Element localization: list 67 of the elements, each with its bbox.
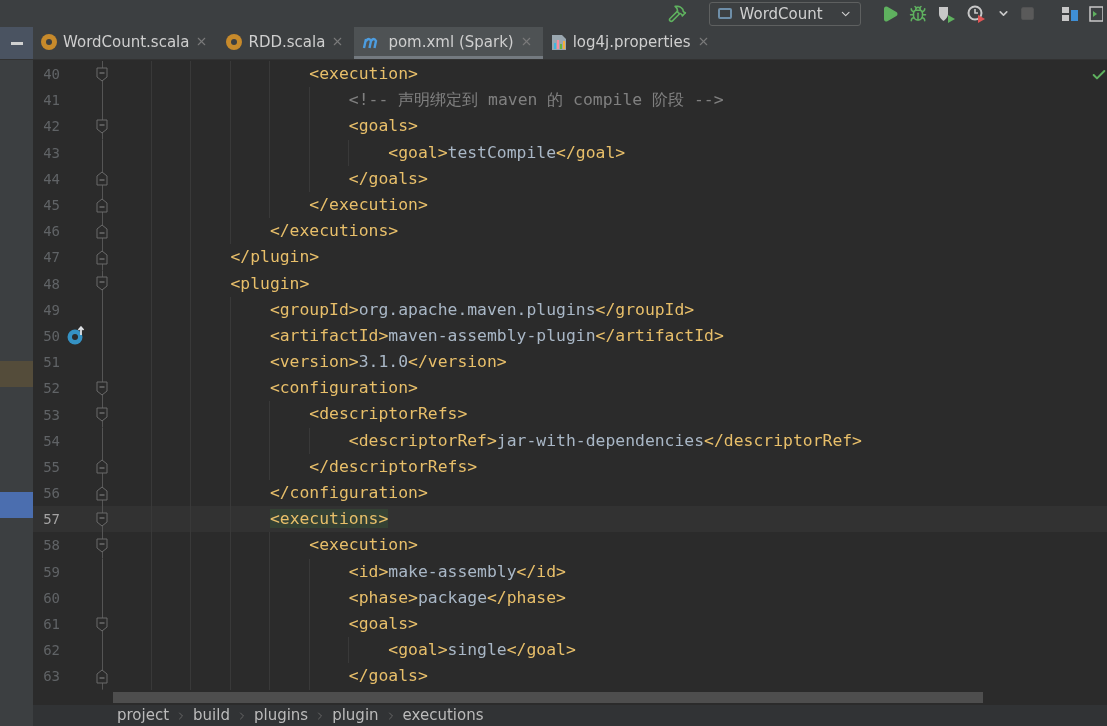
line-number: 46 bbox=[42, 223, 60, 240]
line-number: 54 bbox=[42, 432, 60, 449]
line-number: 45 bbox=[42, 197, 60, 214]
fold-end-marker-icon[interactable] bbox=[96, 223, 108, 239]
line-number: 51 bbox=[42, 354, 60, 371]
tab-label: RDD.scala bbox=[248, 32, 326, 51]
fold-marker-icon[interactable] bbox=[96, 407, 108, 423]
fold-marker-icon[interactable] bbox=[96, 380, 108, 396]
properties-file-icon bbox=[550, 32, 567, 51]
line-number: 42 bbox=[42, 118, 60, 135]
line-number: 52 bbox=[42, 380, 60, 397]
line-number: 59 bbox=[42, 563, 60, 580]
run-configuration-dropdown[interactable]: WordCount bbox=[709, 1, 861, 26]
line-number: 61 bbox=[42, 616, 60, 633]
project-structure-icon[interactable] bbox=[1061, 5, 1079, 22]
minus-icon bbox=[10, 41, 23, 45]
fold-end-marker-icon[interactable] bbox=[96, 249, 108, 265]
breadcrumb-item[interactable]: plugin bbox=[332, 705, 379, 726]
editor-tab[interactable]: log4j.properties bbox=[542, 27, 720, 59]
line-number: 40 bbox=[42, 66, 60, 83]
debug-bug-icon[interactable] bbox=[909, 4, 927, 23]
line-number: 49 bbox=[42, 301, 60, 318]
line-number: 53 bbox=[42, 406, 60, 423]
fold-end-marker-icon[interactable] bbox=[96, 171, 108, 187]
line-number: 41 bbox=[42, 92, 60, 109]
fold-marker-icon[interactable] bbox=[96, 118, 108, 134]
build-hammer-icon[interactable] bbox=[668, 4, 687, 23]
stop-icon[interactable] bbox=[1020, 6, 1035, 21]
fold-marker-icon[interactable] bbox=[96, 511, 108, 527]
coverage-shield-icon[interactable] bbox=[937, 4, 957, 23]
fold-end-marker-icon[interactable] bbox=[96, 668, 108, 684]
line-number: 55 bbox=[42, 458, 60, 475]
fold-end-marker-icon[interactable] bbox=[96, 197, 108, 213]
fold-marker-icon[interactable] bbox=[96, 616, 108, 632]
breadcrumb-item[interactable]: plugins bbox=[253, 705, 309, 726]
line-number: 56 bbox=[42, 485, 60, 502]
line-number: 44 bbox=[42, 170, 60, 187]
scala-file-icon bbox=[226, 33, 243, 50]
breadcrumb-item[interactable]: build bbox=[193, 705, 230, 726]
fold-marker-icon[interactable] bbox=[96, 537, 108, 553]
terminal-icon[interactable] bbox=[1089, 5, 1103, 22]
line-number: 47 bbox=[42, 249, 60, 266]
profiler-icon[interactable] bbox=[967, 4, 987, 23]
breadcrumb-item[interactable]: project bbox=[117, 705, 170, 726]
breadcrumb-item[interactable]: executions bbox=[402, 705, 484, 726]
line-number: 60 bbox=[42, 589, 60, 606]
editor-tab[interactable]: RDD.scala bbox=[218, 27, 355, 59]
fold-end-marker-icon[interactable] bbox=[96, 485, 108, 501]
tab-label: WordCount.scala bbox=[63, 32, 190, 51]
line-number: 43 bbox=[42, 144, 60, 161]
minimize-button[interactable] bbox=[0, 27, 33, 59]
line-number: 58 bbox=[42, 537, 60, 554]
fold-marker-icon[interactable] bbox=[96, 276, 108, 292]
scala-file-icon bbox=[41, 33, 57, 50]
fold-end-marker-icon[interactable] bbox=[96, 459, 108, 475]
line-number: 48 bbox=[42, 275, 60, 292]
line-number: 57 bbox=[42, 511, 60, 528]
run-icon[interactable] bbox=[881, 4, 899, 23]
tab-label: pom.xml (Spark) bbox=[388, 32, 514, 51]
editor-tab[interactable]: pom.xml (Spark) bbox=[354, 27, 543, 59]
editor-tab[interactable]: WordCount.scala bbox=[33, 27, 219, 59]
line-number: 63 bbox=[42, 668, 60, 685]
line-number: 62 bbox=[42, 642, 60, 659]
horizontal-scrollbar[interactable] bbox=[113, 692, 983, 703]
tab-label: log4j.properties bbox=[572, 32, 691, 51]
line-number: 50 bbox=[42, 327, 60, 344]
fold-marker-icon[interactable] bbox=[96, 66, 108, 82]
